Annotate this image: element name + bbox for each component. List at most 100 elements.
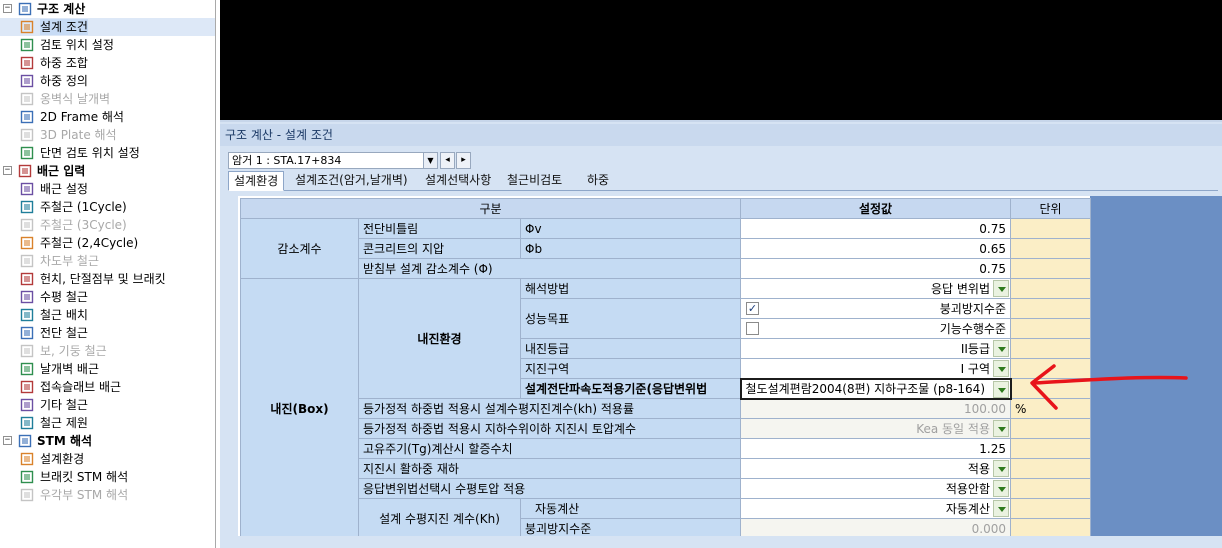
seismic-zone-select[interactable]: I 구역 <box>740 358 1011 379</box>
table-row: 등가정적 하중법 적용시 설계수평지진계수(kh) 적용률 100.00 % <box>241 398 1091 419</box>
frame-2d-icon <box>20 110 34 124</box>
tree-item-3[interactable]: 하중 조합 <box>0 54 215 72</box>
tree-item-6[interactable]: 2D Frame 해석 <box>0 108 215 126</box>
tree-item-23[interactable]: 철근 제원 <box>0 414 215 432</box>
dropdown-arrow-icon[interactable] <box>993 500 1009 517</box>
option-label: 기능수행수준 <box>939 322 1006 336</box>
tree-item-label: 설계 조건 <box>40 19 88 35</box>
selector-dropdown-icon[interactable]: ▼ <box>423 152 438 169</box>
analysis-method-select[interactable]: 응답 변위법 <box>740 278 1011 299</box>
structure-selector[interactable]: 암거 1 : STA.17+834 <box>228 152 438 169</box>
tree-item-label: 2D Frame 해석 <box>40 110 124 124</box>
row-label: 해석방법 <box>520 278 741 299</box>
tree-item-label: 단면 검토 위치 설정 <box>40 146 140 160</box>
unit-cell <box>1010 338 1091 359</box>
value-cell[interactable]: 0.000 <box>740 518 1011 536</box>
dropdown-arrow-icon[interactable] <box>993 280 1009 297</box>
kh-calc-select[interactable]: 자동계산 <box>740 498 1011 519</box>
tree-group-0[interactable]: − 구조 계산 <box>0 0 215 18</box>
tree-item-7[interactable]: 3D Plate 해석 <box>0 126 215 144</box>
tree-item-2[interactable]: 검토 위치 설정 <box>0 36 215 54</box>
drawing-viewport[interactable] <box>220 0 1222 120</box>
tree-item-label: 보, 기둥 철근 <box>40 344 107 358</box>
dropdown-arrow-icon[interactable] <box>993 480 1009 497</box>
tree-item-10[interactable]: 배근 설정 <box>0 180 215 198</box>
edit-condition-icon <box>20 20 34 34</box>
unit-cell <box>1010 278 1091 299</box>
tree-item-21[interactable]: 접속슬래브 배근 <box>0 378 215 396</box>
performance-option-function[interactable]: 기능수행수준 <box>740 318 1011 339</box>
collapse-toggle-icon[interactable]: − <box>3 166 12 175</box>
shear-wave-criteria-select[interactable]: 철도설계편람2004(8편) 지하구조물 (p8-164) <box>739 377 1012 400</box>
tab-design-options[interactable]: 설계선택사항 <box>420 171 496 191</box>
row-label: 지진구역 <box>520 358 741 379</box>
row-label: 받침부 설계 감소계수 (Φ) <box>358 258 741 279</box>
tree-item-8[interactable]: 단면 검토 위치 설정 <box>0 144 215 162</box>
checkbox-unchecked-icon[interactable] <box>746 322 759 335</box>
tree-item-11[interactable]: 주철근 (1Cycle) <box>0 198 215 216</box>
tree-item-25[interactable]: 설계환경 <box>0 450 215 468</box>
rebar-setting-icon <box>20 182 34 196</box>
seismic-env-label: 내진환경 <box>358 278 521 399</box>
tree-item-15[interactable]: 헌치, 단절점부 및 브래킷 <box>0 270 215 288</box>
unit-cell <box>1010 298 1091 319</box>
table-row: 고유주기(Tg)계산시 할증수치 1.25 <box>241 438 1091 459</box>
approach-slab-icon <box>20 380 34 394</box>
tree-item-14[interactable]: 차도부 철근 <box>0 252 215 270</box>
select-value: 적용안함 <box>945 482 990 496</box>
rebar-spec-icon <box>20 416 34 430</box>
value-cell[interactable]: 1.25 <box>740 438 1011 459</box>
tab-load[interactable]: 하중 <box>582 171 614 191</box>
tab-rebar-ratio-check[interactable]: 철근비검토 <box>502 171 567 191</box>
seismic-grade-select[interactable]: II등급 <box>740 338 1011 359</box>
value-cell[interactable]: 0.75 <box>740 218 1011 239</box>
tree-item-16[interactable]: 수평 철근 <box>0 288 215 306</box>
beam-column-icon <box>20 344 34 358</box>
tree-group-9[interactable]: − 배근 입력 <box>0 162 215 180</box>
tree-item-22[interactable]: 기타 철근 <box>0 396 215 414</box>
tree-item-26[interactable]: 브래킷 STM 해석 <box>0 468 215 486</box>
tree-item-13[interactable]: 주철근 (2,4Cycle) <box>0 234 215 252</box>
tree-item-17[interactable]: 철근 배치 <box>0 306 215 324</box>
dropdown-arrow-icon[interactable] <box>993 360 1009 377</box>
prev-arrow-icon[interactable]: ◂ <box>440 152 455 169</box>
tab-design-environment[interactable]: 설계환경 <box>228 171 285 191</box>
earth-pressure-select[interactable]: Kea 동일 적용 <box>740 418 1011 439</box>
horizontal-pressure-select[interactable]: 적용안함 <box>740 478 1011 499</box>
value-cell[interactable]: 0.65 <box>740 238 1011 259</box>
dropdown-arrow-icon[interactable] <box>992 380 1009 397</box>
tree-item-20[interactable]: 날개벽 배근 <box>0 360 215 378</box>
unit-cell <box>1010 318 1091 339</box>
dropdown-arrow-icon[interactable] <box>993 420 1009 437</box>
tree-group-24[interactable]: − STM 해석 <box>0 432 215 450</box>
project-tree[interactable]: − 구조 계산설계 조건 검토 위치 설정 하중 조합 하중 정의 옹벽식 날개벽 2D F… <box>0 0 216 548</box>
tree-item-label: 철근 제원 <box>40 416 88 430</box>
unit-cell <box>1010 518 1091 536</box>
value-cell[interactable]: 100.00 <box>740 398 1011 419</box>
next-arrow-icon[interactable]: ▸ <box>456 152 471 169</box>
tree-item-18[interactable]: 전단 철근 <box>0 324 215 342</box>
tree-item-5[interactable]: 옹벽식 날개벽 <box>0 90 215 108</box>
tree-item-4[interactable]: 하중 정의 <box>0 72 215 90</box>
row-label: 붕괴방지수준 <box>520 518 741 536</box>
row-label: 자동계산 <box>520 498 741 519</box>
collapse-toggle-icon[interactable]: − <box>3 4 12 13</box>
dropdown-arrow-icon[interactable] <box>993 340 1009 357</box>
tree-item-27[interactable]: 우각부 STM 해석 <box>0 486 215 504</box>
table-row: 응답변위법선택시 수평토압 적용 적용안함 <box>241 478 1091 499</box>
tab-design-conditions[interactable]: 설계조건(암거,날개벽) <box>290 171 413 191</box>
row-label: 콘크리트의 지압 <box>358 238 521 259</box>
dropdown-arrow-icon[interactable] <box>993 460 1009 477</box>
checkbox-checked-icon[interactable]: ✓ <box>746 302 759 315</box>
tree-item-label: 구조 계산 <box>37 2 86 16</box>
performance-option-collapse[interactable]: ✓ 붕괴방지수준 <box>740 298 1011 319</box>
tree-item-1[interactable]: 설계 조건 <box>0 18 215 36</box>
live-load-select[interactable]: 적용 <box>740 458 1011 479</box>
tree-item-12[interactable]: 주철근 (3Cycle) <box>0 216 215 234</box>
collapse-toggle-icon[interactable]: − <box>3 436 12 445</box>
plate-3d-icon <box>20 128 34 142</box>
header-value: 설정값 <box>740 198 1011 219</box>
rebar-group-icon <box>18 164 32 178</box>
value-cell[interactable]: 0.75 <box>740 258 1011 279</box>
tree-item-19[interactable]: 보, 기둥 철근 <box>0 342 215 360</box>
